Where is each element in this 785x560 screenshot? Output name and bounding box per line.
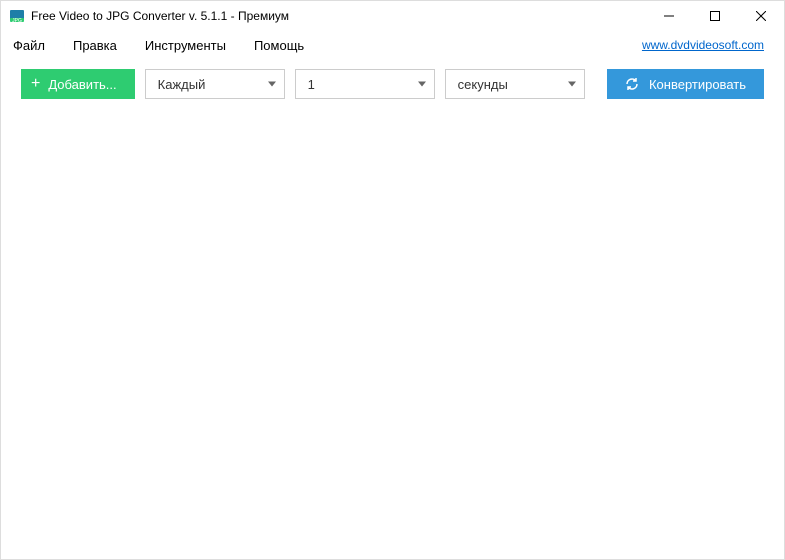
toolbar: + Добавить... Каждый 1 секунды Конвертир… bbox=[1, 59, 784, 109]
refresh-icon bbox=[625, 77, 639, 91]
svg-text:JPG: JPG bbox=[12, 18, 22, 24]
plus-icon: + bbox=[31, 76, 40, 92]
menu-help[interactable]: Помощь bbox=[254, 38, 304, 53]
count-select[interactable]: 1 bbox=[295, 69, 435, 99]
maximize-button[interactable] bbox=[692, 1, 738, 31]
menubar: Файл Правка Инструменты Помощь www.dvdvi… bbox=[1, 31, 784, 59]
window-title: Free Video to JPG Converter v. 5.1.1 - П… bbox=[31, 9, 646, 23]
window-controls bbox=[646, 1, 784, 31]
close-button[interactable] bbox=[738, 1, 784, 31]
unit-select[interactable]: секунды bbox=[445, 69, 585, 99]
convert-button[interactable]: Конвертировать bbox=[607, 69, 764, 99]
unit-select-value: секунды bbox=[458, 77, 508, 92]
add-button-label: Добавить... bbox=[48, 77, 116, 92]
website-link[interactable]: www.dvdvideosoft.com bbox=[642, 38, 764, 52]
chevron-down-icon bbox=[418, 82, 426, 87]
titlebar: JPG Free Video to JPG Converter v. 5.1.1… bbox=[1, 1, 784, 31]
count-select-value: 1 bbox=[308, 77, 315, 92]
mode-select-value: Каждый bbox=[158, 77, 206, 92]
menu-file[interactable]: Файл bbox=[13, 38, 45, 53]
menu-edit[interactable]: Правка bbox=[73, 38, 117, 53]
chevron-down-icon bbox=[568, 82, 576, 87]
mode-select[interactable]: Каждый bbox=[145, 69, 285, 99]
add-button[interactable]: + Добавить... bbox=[21, 69, 135, 99]
minimize-button[interactable] bbox=[646, 1, 692, 31]
menu-tools[interactable]: Инструменты bbox=[145, 38, 226, 53]
chevron-down-icon bbox=[268, 82, 276, 87]
convert-button-label: Конвертировать bbox=[649, 77, 746, 92]
app-icon: JPG bbox=[9, 8, 25, 24]
